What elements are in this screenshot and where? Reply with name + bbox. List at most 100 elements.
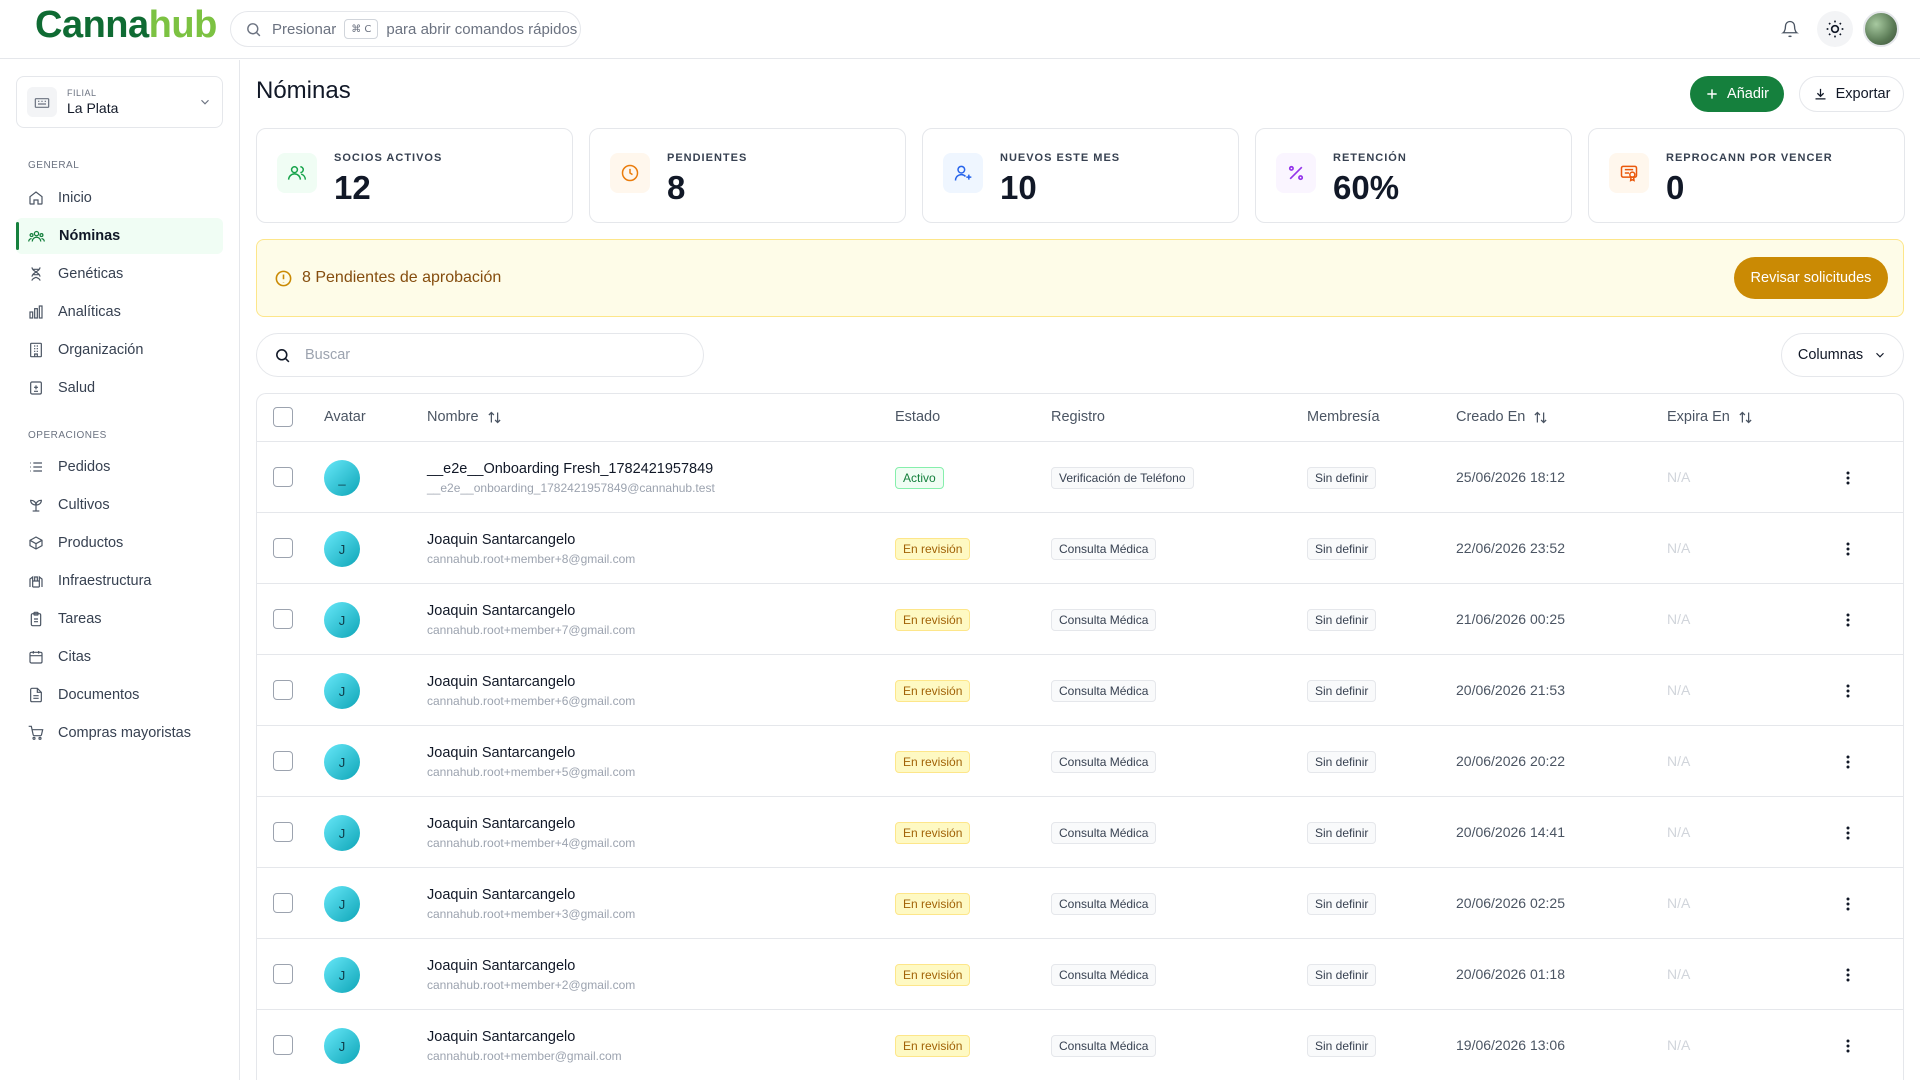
row-checkbox[interactable] (273, 1035, 293, 1055)
table-row[interactable]: _ __e2e__Onboarding Fresh_1782421957849 … (257, 442, 1903, 513)
stat-card-retention: RETENCIÓN 60% (1255, 128, 1572, 223)
row-actions-button[interactable] (1837, 1035, 1859, 1057)
header-label: Nombre (427, 409, 479, 425)
row-checkbox[interactable] (273, 751, 293, 771)
created-date: 19/06/2026 13:06 (1456, 1037, 1565, 1053)
sidebar-item-label: Productos (58, 535, 124, 551)
more-vertical-icon (1846, 1039, 1850, 1053)
table-row[interactable]: J Joaquin Santarcangelo cannahub.root+me… (257, 797, 1903, 868)
user-plus-icon (943, 153, 983, 193)
sidebar-item-documentos[interactable]: Documentos (16, 677, 223, 713)
add-button[interactable]: Añadir (1690, 76, 1784, 112)
avatar: J (324, 744, 360, 780)
sidebar-item-label: Tareas (58, 611, 102, 627)
row-checkbox[interactable] (273, 467, 293, 487)
notifications-button[interactable] (1772, 11, 1808, 47)
member-email: cannahub.root+member+3@gmail.com (427, 907, 636, 921)
search-input[interactable] (305, 347, 665, 363)
status-badge: Activo (895, 467, 944, 489)
row-actions-button[interactable] (1837, 964, 1859, 986)
sidebar-item-cultivos[interactable]: Cultivos (16, 487, 223, 523)
expires-date: N/A (1667, 895, 1691, 911)
table-row[interactable]: J Joaquin Santarcangelo cannahub.root+me… (257, 939, 1903, 1010)
columns-button[interactable]: Columnas (1781, 333, 1904, 377)
members-table: Avatar Nombre Estado Registro Membresía … (256, 393, 1904, 1080)
header-label: Estado (895, 409, 941, 425)
stat-label: NUEVOS ESTE MES (1000, 152, 1121, 164)
header-label: Membresía (1307, 409, 1380, 425)
logo[interactable]: Cannahub (35, 4, 217, 47)
package-icon (29, 536, 43, 550)
table-row[interactable]: J Joaquin Santarcangelo cannahub.root+me… (257, 726, 1903, 797)
sort-icon[interactable] (1738, 410, 1753, 425)
command-search[interactable]: Presionar ⌘ C para abrir comandos rápido… (230, 11, 581, 47)
row-actions-button[interactable] (1837, 822, 1859, 844)
status-badge: En revisión (895, 822, 971, 844)
theme-toggle-button[interactable] (1817, 11, 1853, 47)
sidebar-item-salud[interactable]: Salud (16, 370, 223, 406)
branch-selector[interactable]: FILIAL La Plata (16, 76, 223, 128)
alert-circle-icon (275, 270, 292, 287)
row-actions-button[interactable] (1837, 680, 1859, 702)
stat-card-active-members: SOCIOS ACTIVOS 12 (256, 128, 573, 223)
table-row[interactable]: J Joaquin Santarcangelo cannahub.root+me… (257, 868, 1903, 939)
row-actions-button[interactable] (1837, 538, 1859, 560)
percent-icon (1276, 153, 1316, 193)
column-header-expires[interactable]: Expira En (1667, 409, 1753, 425)
column-header-status: Estado (895, 409, 940, 425)
member-name: __e2e__Onboarding Fresh_1782421957849 (427, 461, 714, 477)
columns-button-label: Columnas (1797, 347, 1864, 363)
row-checkbox[interactable] (273, 893, 293, 913)
row-checkbox[interactable] (273, 609, 293, 629)
user-avatar[interactable] (1863, 11, 1899, 47)
review-requests-button[interactable]: Revisar solicitudes (1734, 257, 1888, 299)
row-actions-button[interactable] (1837, 609, 1859, 631)
sidebar-item-geneticas[interactable]: Genéticas (16, 256, 223, 292)
table-row[interactable]: J Joaquin Santarcangelo cannahub.root+me… (257, 584, 1903, 655)
row-checkbox[interactable] (273, 822, 293, 842)
column-header-name[interactable]: Nombre (427, 409, 502, 425)
sidebar-item-inicio[interactable]: Inicio (16, 180, 223, 216)
sprout-icon (30, 499, 42, 512)
sidebar-item-nominas[interactable]: Nóminas (16, 218, 223, 254)
more-vertical-icon (1846, 613, 1850, 627)
member-email: cannahub.root+member+4@gmail.com (427, 836, 636, 850)
section-label-operations: OPERACIONES (28, 430, 107, 441)
member-email: cannahub.root+member@gmail.com (427, 1049, 622, 1063)
row-actions-button[interactable] (1837, 893, 1859, 915)
sidebar-item-citas[interactable]: Citas (16, 639, 223, 675)
sidebar-item-organizacion[interactable]: Organización (16, 332, 223, 368)
sidebar-item-analiticas[interactable]: Analíticas (16, 294, 223, 330)
row-actions-button[interactable] (1837, 751, 1859, 773)
table-row[interactable]: J Joaquin Santarcangelo cannahub.root+me… (257, 513, 1903, 584)
header-label: Expira En (1667, 409, 1730, 425)
table-row[interactable]: J Joaquin Santarcangelo cannahub.root+me… (257, 1010, 1903, 1080)
sun-icon (1826, 20, 1844, 38)
row-actions-button[interactable] (1837, 467, 1859, 489)
table-row[interactable]: J Joaquin Santarcangelo cannahub.root+me… (257, 655, 1903, 726)
column-header-avatar: Avatar (324, 409, 366, 425)
sidebar-item-compras-mayoristas[interactable]: Compras mayoristas (16, 715, 223, 751)
sidebar-item-pedidos[interactable]: Pedidos (16, 449, 223, 485)
row-checkbox[interactable] (273, 964, 293, 984)
column-header-created[interactable]: Creado En (1456, 409, 1548, 425)
home-icon (29, 191, 43, 205)
sidebar-item-tareas[interactable]: Tareas (16, 601, 223, 637)
sidebar-item-productos[interactable]: Productos (16, 525, 223, 561)
member-name: Joaquin Santarcangelo (427, 745, 576, 761)
select-all-checkbox[interactable] (273, 407, 293, 427)
sidebar-item-label: Citas (58, 649, 92, 665)
avatar: J (324, 602, 360, 638)
sort-icon[interactable] (1533, 410, 1548, 425)
export-button[interactable]: Exportar (1799, 76, 1904, 112)
created-date: 21/06/2026 00:25 (1456, 611, 1565, 627)
calendar-icon (29, 651, 43, 664)
sort-icon[interactable] (487, 410, 502, 425)
stat-value: 8 (667, 169, 686, 206)
alert-text: 8 Pendientes de aprobación (302, 269, 502, 286)
row-checkbox[interactable] (273, 538, 293, 558)
row-checkbox[interactable] (273, 680, 293, 700)
stat-card-pending: PENDIENTES 8 (589, 128, 906, 223)
sidebar-item-label: Nóminas (59, 228, 121, 244)
sidebar-item-infraestructura[interactable]: Infraestructura (16, 563, 223, 599)
